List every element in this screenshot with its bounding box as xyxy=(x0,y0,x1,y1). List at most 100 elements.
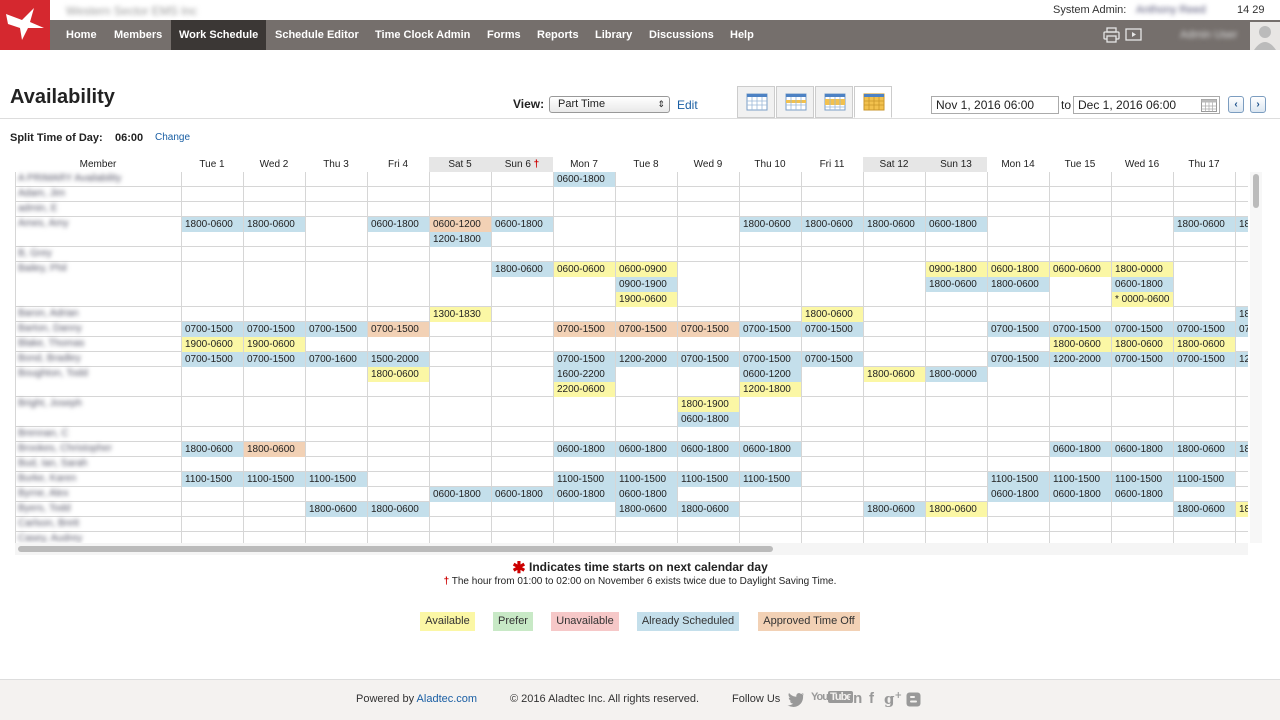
availability-block[interactable]: 1800-0000 xyxy=(1112,262,1173,277)
member-name[interactable]: Carlson, Brett xyxy=(18,518,79,529)
availability-block[interactable]: 1800-0600 xyxy=(1174,217,1235,232)
nav-help[interactable]: Help xyxy=(722,20,762,50)
availability-block[interactable]: 1100-1500 xyxy=(740,472,801,487)
availability-block[interactable]: 1800-0600 xyxy=(926,277,987,292)
member-name[interactable]: Brookes, Christopher xyxy=(18,443,112,454)
member-name[interactable]: Casey, Audrey xyxy=(18,533,82,543)
availability-block[interactable]: 1100-1500 xyxy=(1050,472,1111,487)
two-week-view-button[interactable] xyxy=(815,86,853,118)
member-name[interactable]: Brennan, C xyxy=(18,428,69,439)
member-name[interactable]: Ames, Amy xyxy=(18,218,69,229)
table-row[interactable]: Adam, Jim xyxy=(15,187,1248,202)
vertical-scrollbar[interactable] xyxy=(1250,172,1262,543)
print-icon[interactable] xyxy=(1103,27,1120,43)
table-row[interactable]: admin, E xyxy=(15,202,1248,217)
prev-period-button[interactable]: ‹ xyxy=(1228,96,1244,113)
member-name[interactable]: Barton, Danny xyxy=(18,323,82,334)
availability-block[interactable]: 0600-1800 xyxy=(1050,442,1111,457)
availability-block[interactable]: 0600-1800 xyxy=(988,487,1049,502)
date-to-field[interactable]: Dec 1, 2016 06:00 xyxy=(1073,96,1220,114)
availability-block[interactable]: 0700-1500 xyxy=(1112,322,1173,337)
availability-block[interactable]: 1100-1500 xyxy=(678,472,739,487)
availability-block[interactable]: 0700-1500 xyxy=(182,352,243,367)
nav-home[interactable]: Home xyxy=(50,20,113,50)
availability-block[interactable]: 1800-0600 xyxy=(678,502,739,517)
availability-block[interactable]: 0700-1500 xyxy=(1174,352,1235,367)
member-name[interactable]: Bond, Bradley xyxy=(18,353,81,364)
availability-block[interactable]: 0600-1800 xyxy=(368,217,429,232)
availability-block[interactable]: 0700-1500 xyxy=(554,322,615,337)
availability-block[interactable]: 1800-0600 xyxy=(740,217,801,232)
availability-block[interactable]: 0700-1600 xyxy=(306,352,367,367)
availability-block[interactable]: 0700-1500 xyxy=(554,352,615,367)
change-split-link[interactable]: Change xyxy=(155,132,190,143)
availability-block[interactable]: 0600-1200 xyxy=(430,217,491,232)
nav-time-clock-admin[interactable]: Time Clock Admin xyxy=(367,20,478,50)
availability-block[interactable]: 0600-1800 xyxy=(554,172,615,187)
avatar[interactable] xyxy=(1250,22,1280,50)
member-name[interactable]: Bright, Joseph xyxy=(18,398,82,409)
availability-block[interactable]: 1600-2200 xyxy=(554,367,615,382)
member-name[interactable]: admin, E xyxy=(18,203,57,214)
availability-block[interactable]: 1800-0600 xyxy=(926,502,987,517)
availability-block[interactable]: 0900-1800 xyxy=(926,262,987,277)
availability-block[interactable]: 1800-0600 xyxy=(368,502,429,517)
view-select[interactable]: Part Time ⇕ xyxy=(549,96,670,113)
table-row[interactable]: A PRIMARY Availability 0600-1800 xyxy=(15,172,1248,187)
nav-forms[interactable]: Forms xyxy=(479,20,529,50)
availability-block[interactable]: 1100-1500 xyxy=(554,472,615,487)
vertical-scroll-thumb[interactable] xyxy=(1253,174,1259,208)
availability-block[interactable]: 1800-0600 xyxy=(864,367,925,382)
availability-block[interactable]: 0600-0600 xyxy=(1050,262,1111,277)
availability-block[interactable]: 1800-0600 xyxy=(1174,442,1235,457)
horizontal-scrollbar[interactable] xyxy=(15,543,1248,555)
member-name[interactable]: A PRIMARY Availability xyxy=(18,173,121,184)
edit-view-link[interactable]: Edit xyxy=(677,98,698,112)
table-row[interactable]: Barton, Danny 0700-1500 0700-1500 0700-1500… xyxy=(15,322,1248,337)
availability-block[interactable]: 0700-1500 xyxy=(678,322,739,337)
availability-block[interactable]: 0600-0900 xyxy=(616,262,677,277)
availability-block[interactable]: 0700-1500 xyxy=(678,352,739,367)
table-row[interactable]: Bond, Bradley 0700-1500 0700-1500 0700-1600… xyxy=(15,352,1248,367)
availability-block[interactable]: 1800-0600 xyxy=(244,217,305,232)
availability-block[interactable]: 1200-1800 xyxy=(740,382,801,397)
nav-library[interactable]: Library xyxy=(587,20,640,50)
availability-block[interactable]: 1800-0600 xyxy=(492,262,553,277)
table-row[interactable]: B, Grey xyxy=(15,247,1248,262)
nav-user-name[interactable]: Admin User xyxy=(1180,29,1237,41)
day-view-button[interactable] xyxy=(737,86,775,118)
table-row[interactable]: Casey, Audrey xyxy=(15,532,1248,543)
availability-block[interactable]: 1800-0000 xyxy=(926,367,987,382)
availability-block[interactable]: 1900-0600 xyxy=(244,337,305,352)
availability-block[interactable]: 0700-1500 xyxy=(988,322,1049,337)
availability-block[interactable]: 1100-1500 xyxy=(1174,472,1235,487)
availability-block[interactable]: 0700-1500 xyxy=(182,322,243,337)
availability-block[interactable]: 0600-1800 xyxy=(1112,487,1173,502)
availability-block[interactable]: 0700-1500 xyxy=(1112,352,1173,367)
availability-block[interactable]: 0700-1500 xyxy=(616,322,677,337)
table-row[interactable]: Bailey, Phil 1800-0600 0600-0600 0600-0900 0… xyxy=(15,262,1248,307)
availability-block[interactable]: 1100-1500 xyxy=(616,472,677,487)
availability-block[interactable]: 1100-1500 xyxy=(988,472,1049,487)
aladtec-logo[interactable] xyxy=(0,0,50,50)
week-view-button[interactable] xyxy=(776,86,814,118)
availability-block[interactable]: 0700-1500 xyxy=(740,322,801,337)
table-row[interactable]: Burke, Karen 1100-1500 1100-1500 1100-1500 1… xyxy=(15,472,1248,487)
youtube-icon[interactable]: You Tube xyxy=(811,691,854,703)
twitter-icon[interactable] xyxy=(787,692,805,707)
table-row[interactable]: Byrne, Alex 0600-1800 0600-1800 0600-1800 06… xyxy=(15,487,1248,502)
availability-block[interactable]: 0700-1500 xyxy=(244,322,305,337)
nav-work-schedule[interactable]: Work Schedule xyxy=(171,20,267,50)
availability-block[interactable]: 0600-1800 xyxy=(616,442,677,457)
next-period-button[interactable]: › xyxy=(1250,96,1266,113)
availability-block[interactable]: 0600-1800 xyxy=(492,217,553,232)
availability-block[interactable]: 0700-1500 xyxy=(1236,322,1248,337)
date-from-field[interactable]: Nov 1, 2016 06:00 xyxy=(931,96,1059,114)
table-row[interactable]: Boughton, Todd 1800-0600 1600-2200 2200-060… xyxy=(15,367,1248,397)
availability-block[interactable]: 1800-0600 xyxy=(1112,337,1173,352)
availability-block[interactable]: 0600-1800 xyxy=(926,217,987,232)
table-row[interactable]: Ames, Amy 1800-0600 1800-0600 0600-1800 0600… xyxy=(15,217,1248,247)
table-row[interactable]: Byers, Todd 1800-0600 1800-0600 1800-0600 18… xyxy=(15,502,1248,517)
member-name[interactable]: Boughton, Todd xyxy=(18,368,88,379)
availability-block[interactable]: 1900-0600 xyxy=(182,337,243,352)
